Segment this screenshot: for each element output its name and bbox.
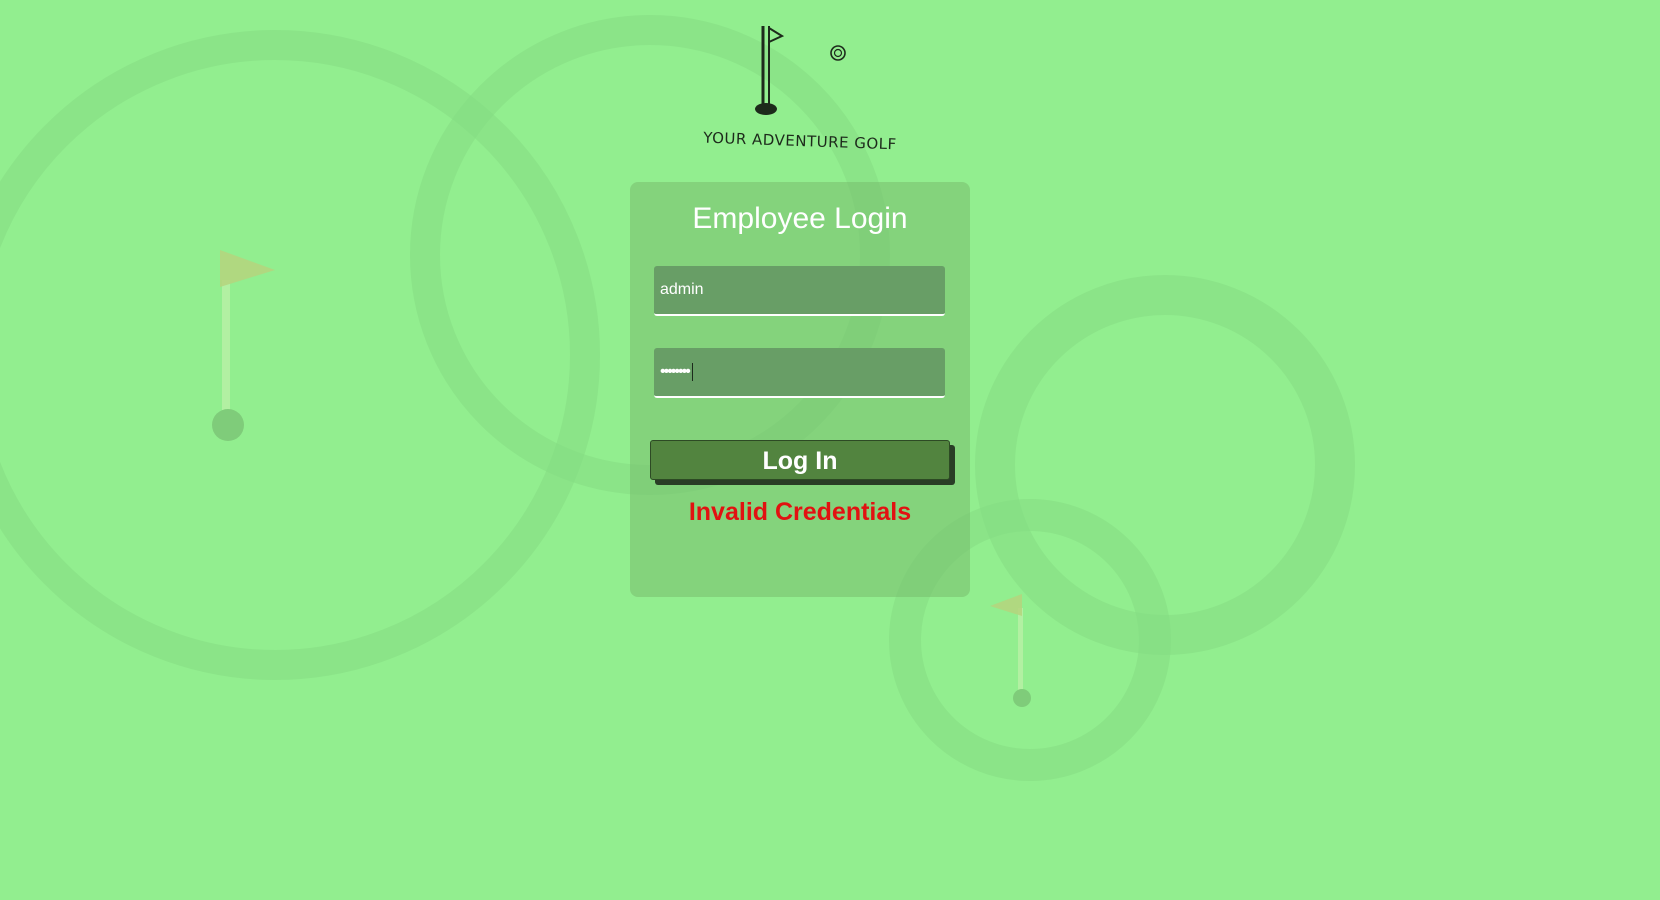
login-card: Employee Login admin •••••••• Log In Inv…	[630, 182, 970, 597]
flag-decoration-icon	[212, 250, 275, 441]
username-value: admin	[660, 281, 704, 298]
golf-flag-logo-icon	[755, 26, 846, 115]
flag-decoration-icon	[990, 594, 1031, 707]
login-button[interactable]: Log In	[650, 440, 950, 480]
golf-ball-icon	[830, 45, 846, 61]
password-input[interactable]: ••••••••	[654, 348, 945, 398]
error-message: Invalid Credentials	[688, 498, 912, 526]
username-input[interactable]: admin	[654, 266, 945, 316]
login-title: Employee Login	[692, 202, 908, 235]
password-value: ••••••••	[660, 363, 691, 380]
text-caret	[691, 363, 693, 381]
brand-logo: YOUR ADVENTURE GOLF	[700, 18, 900, 168]
